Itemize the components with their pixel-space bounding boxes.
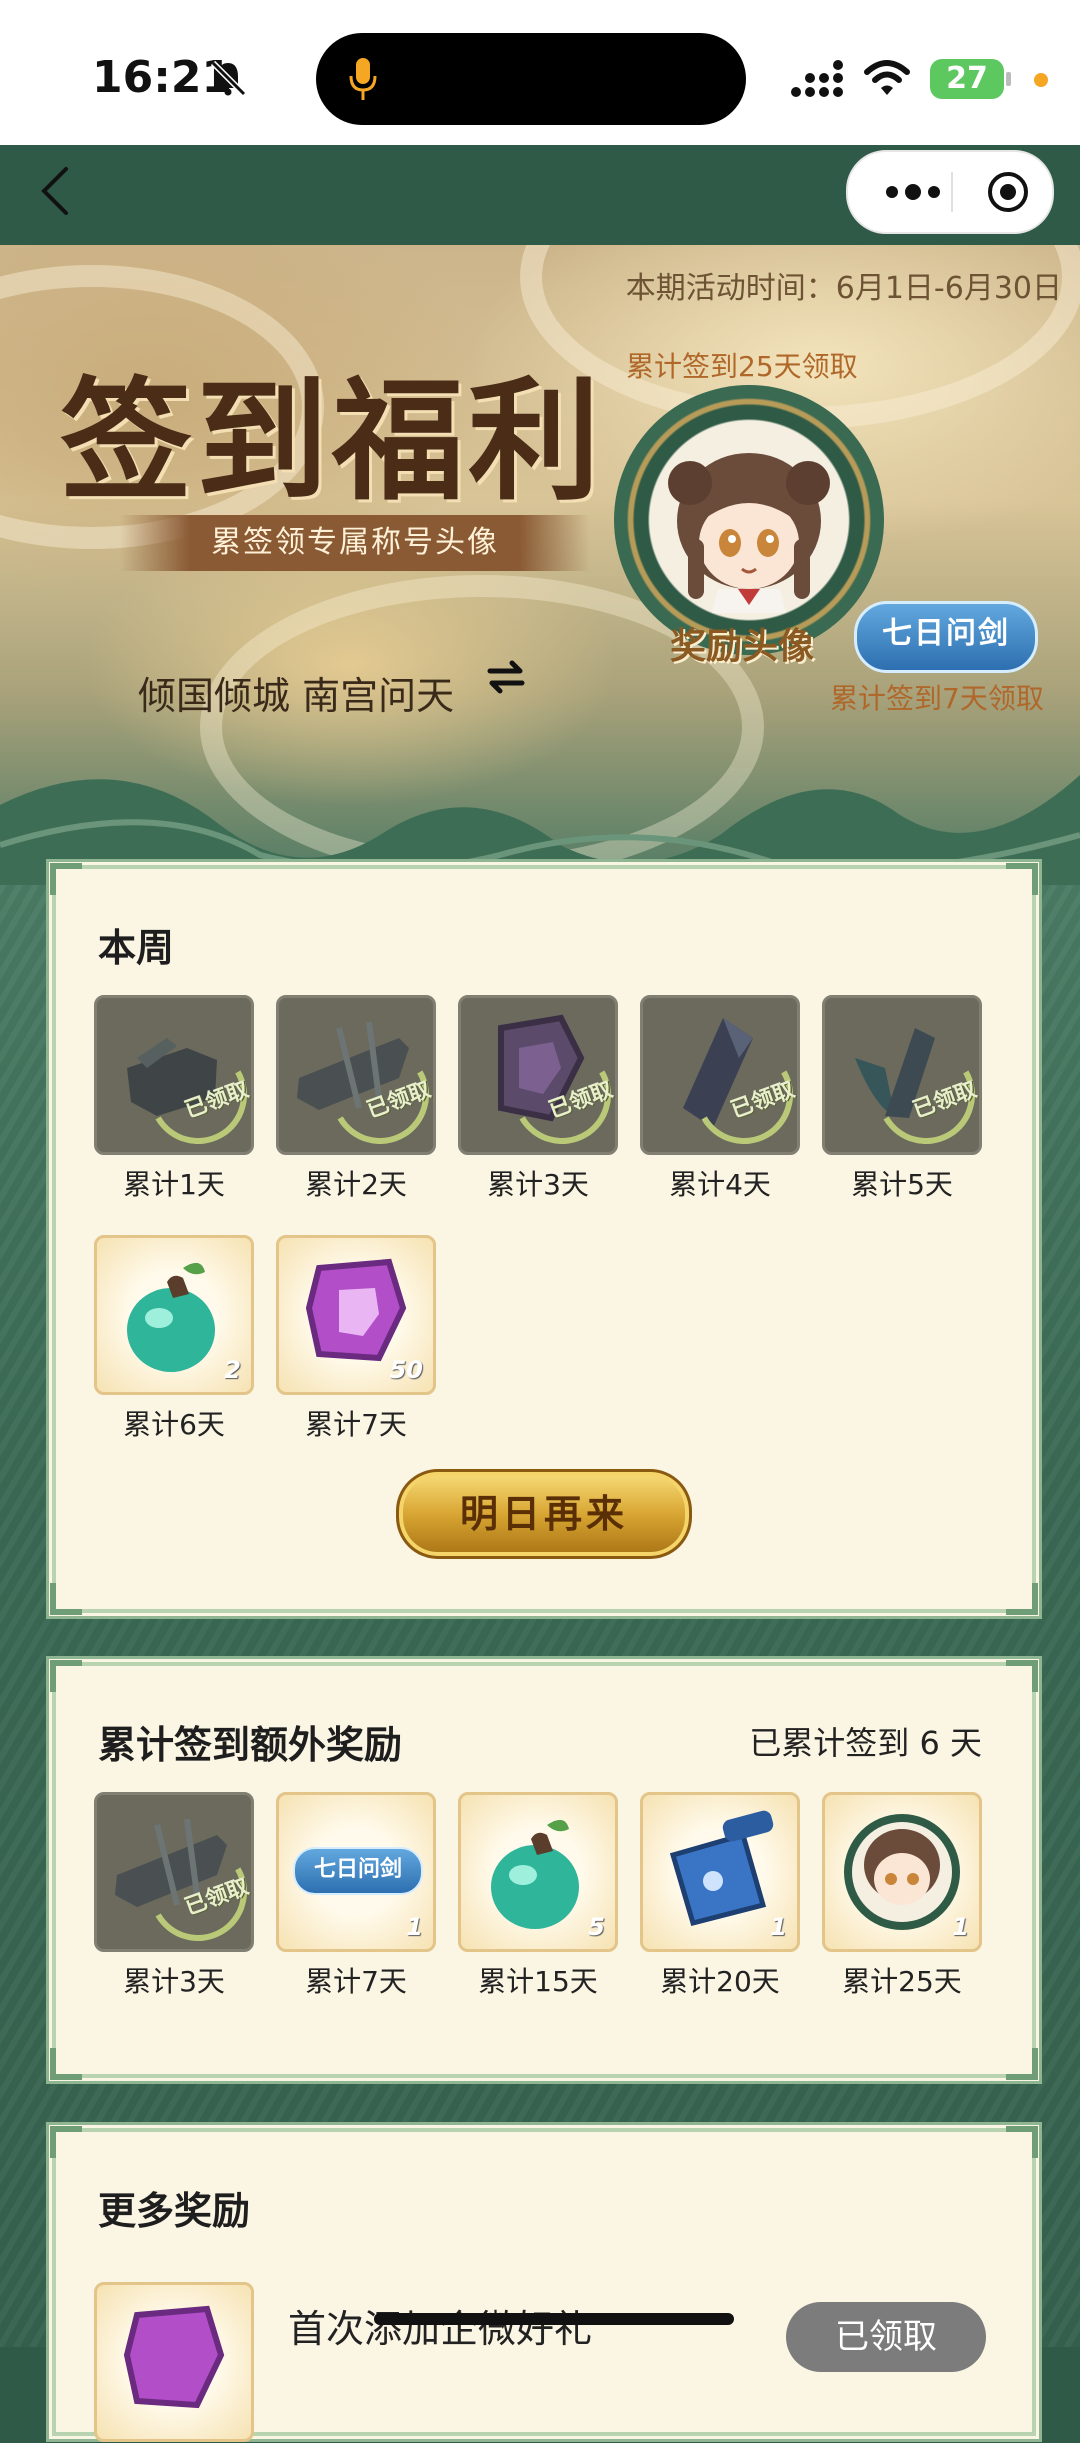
reward-day-label: 累计2天	[305, 1168, 407, 1201]
reward-day-3[interactable]: 已领取 累计3天	[458, 995, 618, 1203]
claimed-button[interactable]: 已领取	[786, 2302, 986, 2372]
reward-day-label: 累计3天	[487, 1168, 589, 1201]
reward-tile: 2	[94, 1235, 254, 1395]
reward-day-5[interactable]: 已领取 累计5天	[822, 995, 982, 1203]
cumulative-reward-card: 累计签到额外奖励 已累计签到 6 天 已领取 累计3天 七日问剑 1 累计7天	[50, 1660, 1038, 2080]
status-bar: 16:21 27	[0, 0, 1080, 234]
signal-icon	[791, 60, 843, 97]
reward-day-label: 累计4天	[669, 1168, 771, 1201]
reward-day-1[interactable]: 已领取 累计1天	[94, 995, 254, 1203]
reward-tile: 已领取	[640, 995, 800, 1155]
checkin-banner: 本期活动时间：6月1日-6月30日 签到福利 累签领专属称号头像 倾国倾城 南宫…	[0, 245, 1080, 885]
reward-tile: 5	[458, 1792, 618, 1952]
reward-day-label: 累计5天	[851, 1168, 953, 1201]
home-indicator[interactable]	[374, 2313, 734, 2325]
privacy-dot	[1034, 73, 1048, 87]
back-arrow-icon[interactable]	[38, 165, 72, 217]
cumulative-title: 累计签到额外奖励	[98, 1723, 403, 1767]
more-reward-tile	[94, 2282, 254, 2442]
reward-day-label: 累计7天	[305, 1408, 407, 1441]
cumulative-reward-20[interactable]: 1 累计20天	[640, 1792, 800, 2000]
card-corner	[50, 863, 82, 895]
come-back-tomorrow-button[interactable]: 明日再来	[396, 1469, 692, 1559]
capsule-divider	[951, 172, 953, 212]
reward-tile: 1	[822, 1792, 982, 1952]
reward-day-label: 累计3天	[123, 1965, 225, 1998]
reward-day-7[interactable]: 50 累计7天	[276, 1235, 436, 1443]
activity-time: 本期活动时间：6月1日-6月30日	[625, 271, 1062, 306]
reward-tile: 已领取	[276, 995, 436, 1155]
reward-quantity: 1	[952, 1913, 969, 1941]
card-corner	[50, 2126, 82, 2158]
dynamic-island	[316, 33, 746, 125]
banner-subtitle: 累签领专属称号头像	[120, 515, 590, 571]
reward-quantity: 5	[588, 1913, 605, 1941]
reward-quantity: 1	[770, 1913, 787, 1941]
avatar-requirement-note: 累计签到25天领取	[626, 350, 858, 383]
reward-tile: 已领取	[94, 1792, 254, 1952]
more-dots-icon[interactable]	[878, 172, 948, 212]
purple-rune-icon	[123, 2305, 225, 2409]
reward-day-4[interactable]: 已领取 累计4天	[640, 995, 800, 1203]
reward-tile: 七日问剑 1	[276, 1792, 436, 1952]
cumulative-reward-15[interactable]: 5 累计15天	[458, 1792, 618, 2000]
more-reward-text: 首次添加企微好礼	[288, 2307, 593, 2351]
reward-tile: 已领取	[94, 995, 254, 1155]
reward-day-label: 累计25天	[842, 1965, 962, 1998]
weekly-title: 本周	[98, 926, 175, 970]
close-target-icon[interactable]	[986, 170, 1030, 214]
reward-day-label: 累计6天	[123, 1408, 225, 1441]
reward-day-label: 累计1天	[123, 1168, 225, 1201]
battery-indicator: 27	[930, 59, 1004, 99]
cumulative-reward-7[interactable]: 七日问剑 1 累计7天	[276, 1792, 436, 2000]
reward-quantity: 1	[406, 1913, 423, 1941]
more-rewards-card: 更多奖励 首次添加企微好礼 已领取	[50, 2126, 1038, 2442]
reward-quantity: 50	[389, 1356, 423, 1384]
card-corner	[1006, 1583, 1038, 1615]
reward-day-label: 累计7天	[305, 1965, 407, 1998]
miniprogram-capsule	[846, 150, 1054, 234]
bell-muted-icon	[210, 60, 247, 97]
reward-tile: 已领取	[458, 995, 618, 1155]
reward-day-label: 累计15天	[478, 1965, 598, 1998]
card-corner	[50, 1660, 82, 1692]
reward-day-2[interactable]: 已领取 累计2天	[276, 995, 436, 1203]
card-corner	[50, 1583, 82, 1615]
card-corner	[50, 2048, 82, 2080]
microphone-icon	[349, 58, 377, 100]
weekly-checkin-card: 本周 已领取 累计1天 已领取 累计2天 已领取 累计3天 已领取 累计4天 已…	[50, 863, 1038, 1615]
card-corner	[1006, 2048, 1038, 2080]
banner-title: 签到福利	[60, 364, 604, 519]
reward-tile: 已领取	[822, 995, 982, 1155]
reward-quantity: 2	[224, 1356, 241, 1384]
chibi-avatar-icon	[668, 453, 830, 613]
reward-tile: 50	[276, 1235, 436, 1395]
player-title: 倾国倾城 南宫问天	[138, 674, 455, 718]
reward-day-6[interactable]: 2 累计6天	[94, 1235, 254, 1443]
reward-tile: 1	[640, 1792, 800, 1952]
card-corner	[1006, 863, 1038, 895]
title-badge: 七日问剑	[854, 601, 1038, 673]
avatar-label: 奖励头像	[670, 625, 815, 667]
reward-day-label: 累计20天	[660, 1965, 780, 1998]
cumulative-reward-3[interactable]: 已领取 累计3天	[94, 1792, 254, 2000]
more-rewards-title: 更多奖励	[98, 2189, 251, 2233]
cumulative-reward-25[interactable]: 1 累计25天	[822, 1792, 982, 2000]
wifi-icon	[864, 60, 910, 95]
card-corner	[1006, 1660, 1038, 1692]
title-badge-icon: 七日问剑	[293, 1847, 423, 1895]
cumulative-progress-text: 已累计签到 6 天	[749, 1724, 982, 1762]
card-corner	[1006, 2126, 1038, 2158]
swap-arrows-icon[interactable]	[486, 657, 526, 697]
title-requirement-note: 累计签到7天领取	[830, 682, 1044, 715]
battery-cap	[1006, 72, 1011, 86]
